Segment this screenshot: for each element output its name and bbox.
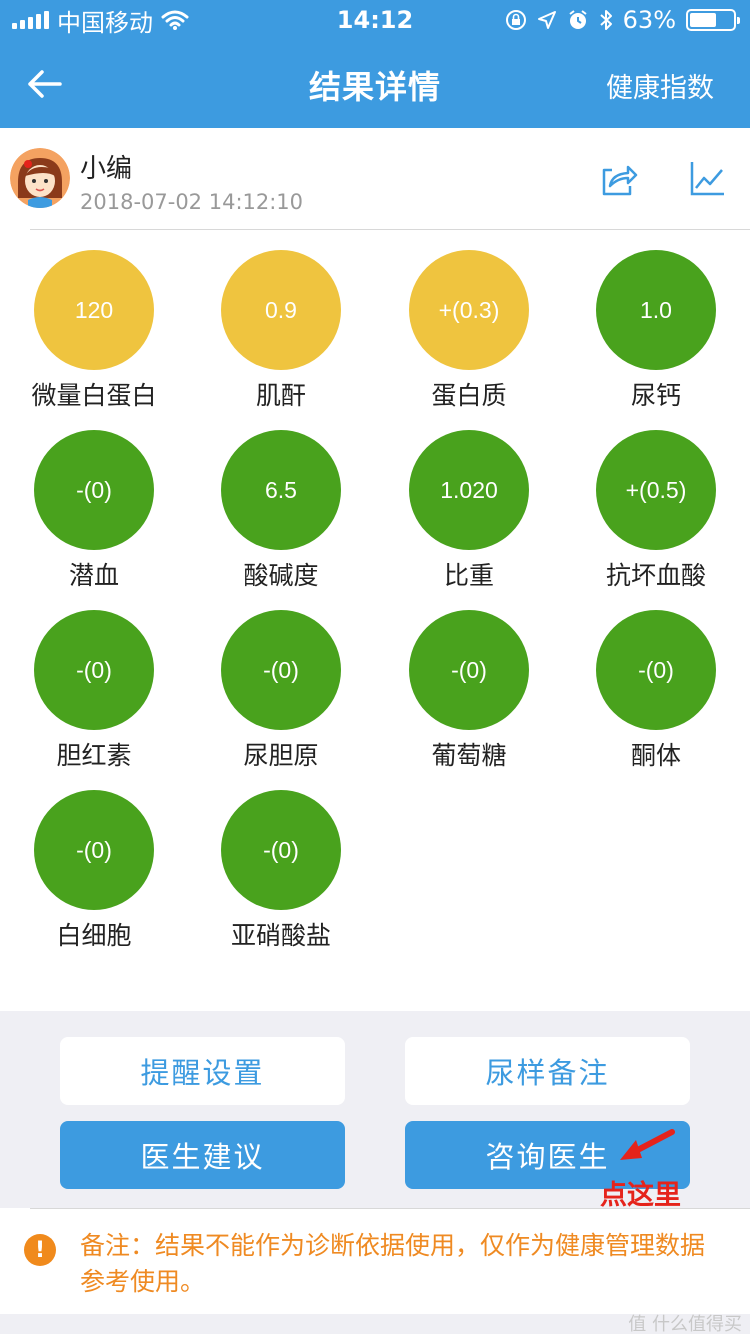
rotation-lock-icon: [505, 10, 526, 30]
result-item[interactable]: -(0) 尿胆原: [187, 610, 375, 790]
result-value-circle: -(0): [34, 790, 154, 910]
doctor-advice-button[interactable]: 医生建议: [60, 1121, 345, 1189]
bluetooth-icon: [599, 10, 612, 30]
result-value-circle: 0.9: [221, 250, 341, 370]
result-item[interactable]: +(0.3) 蛋白质: [375, 250, 563, 430]
battery-fill: [690, 13, 717, 27]
result-value-circle: -(0): [221, 610, 341, 730]
result-label: 胆红素: [56, 741, 132, 770]
top-bar: 中国移动 14:12 63% 结果详情 健康指数: [0, 0, 750, 128]
result-label: 尿胆原: [243, 741, 319, 770]
result-item[interactable]: +(0.5) 抗坏血酸: [562, 430, 750, 610]
health-index-link[interactable]: 健康指数: [606, 66, 714, 105]
result-label: 葡萄糖: [431, 741, 507, 770]
result-value-circle: -(0): [221, 790, 341, 910]
result-item[interactable]: -(0) 潜血: [0, 430, 188, 610]
result-item[interactable]: 1.0 尿钙: [562, 250, 750, 430]
result-item[interactable]: -(0) 酮体: [562, 610, 750, 790]
trend-chart-icon[interactable]: [686, 156, 730, 200]
result-value-circle: -(0): [34, 430, 154, 550]
result-label: 白细胞: [56, 921, 132, 950]
status-right: 63%: [505, 6, 740, 34]
result-label: 蛋白质: [431, 381, 507, 410]
alarm-icon: [569, 10, 587, 29]
result-value-circle: +(0.5): [596, 430, 716, 550]
result-item[interactable]: -(0) 白细胞: [0, 790, 188, 970]
result-label: 酸碱度: [243, 561, 319, 590]
result-item[interactable]: 6.5 酸碱度: [187, 430, 375, 610]
result-label: 抗坏血酸: [605, 561, 706, 590]
result-label: 亚硝酸盐: [230, 921, 331, 950]
red-arrow-icon: [620, 1129, 675, 1160]
result-label: 潜血: [68, 561, 119, 590]
battery-percent: 63%: [622, 6, 676, 34]
result-value-circle: -(0): [409, 610, 529, 730]
battery-icon: [686, 9, 740, 31]
divider: [30, 229, 750, 230]
result-item[interactable]: -(0) 葡萄糖: [375, 610, 563, 790]
watermark: 值 什么值得买: [628, 1314, 742, 1334]
location-icon: [537, 11, 556, 29]
user-row: 小编 2018-07-02 14:12:10: [0, 128, 750, 230]
note-divider: [30, 1208, 750, 1209]
result-value-circle: -(0): [596, 610, 716, 730]
result-item[interactable]: 0.9 肌酐: [187, 250, 375, 430]
result-item[interactable]: -(0) 亚硝酸盐: [187, 790, 375, 970]
result-label: 肌酐: [255, 381, 306, 410]
result-label: 比重: [443, 561, 494, 590]
avatar: [10, 148, 70, 208]
user-name: 小编: [80, 154, 133, 184]
share-icon[interactable]: [596, 156, 640, 200]
note-box: ! 备注：结果不能作为诊断依据使用，仅作为健康管理数据参考使用。: [0, 1208, 750, 1314]
result-label: 微量白蛋白: [31, 381, 157, 410]
status-bar: 中国移动 14:12 63%: [0, 0, 750, 40]
result-item[interactable]: 120 微量白蛋白: [0, 250, 188, 430]
note-text: 备注：结果不能作为诊断依据使用，仅作为健康管理数据参考使用。: [80, 1231, 706, 1296]
result-value-circle: 1.0: [596, 250, 716, 370]
result-label: 酮体: [630, 741, 681, 770]
sample-note-button[interactable]: 尿样备注: [405, 1037, 690, 1105]
result-label: 尿钙: [630, 381, 681, 410]
back-arrow-icon[interactable]: [22, 62, 66, 106]
result-value-circle: 6.5: [221, 430, 341, 550]
result-item[interactable]: 1.020 比重: [375, 430, 563, 610]
result-item[interactable]: -(0) 胆红素: [0, 610, 188, 790]
result-value-circle: +(0.3): [409, 250, 529, 370]
test-datetime: 2018-07-02 14:12:10: [80, 190, 304, 214]
reminder-settings-button[interactable]: 提醒设置: [60, 1037, 345, 1105]
result-value-circle: -(0): [34, 610, 154, 730]
warning-icon: !: [24, 1234, 56, 1266]
click-here-hint: 点这里: [600, 1180, 681, 1211]
result-value-circle: 1.020: [409, 430, 529, 550]
result-value-circle: 120: [34, 250, 154, 370]
